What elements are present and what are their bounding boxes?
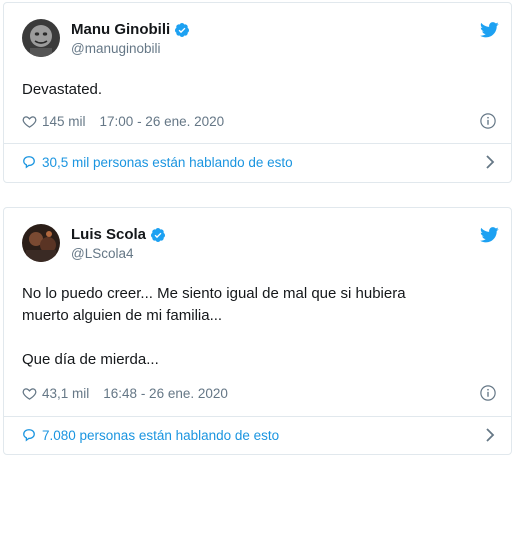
timestamp[interactable]: 17:00 - 26 ene. 2020	[100, 114, 225, 129]
heart-icon[interactable]	[22, 386, 37, 401]
display-name[interactable]: Luis Scola	[71, 225, 146, 244]
tweet-card-manu-ginobili[interactable]: Manu Ginobili @manuginobili Devastated. …	[3, 2, 512, 183]
divider	[4, 143, 511, 144]
avatar[interactable]	[22, 224, 60, 262]
speech-bubble-icon	[22, 428, 36, 442]
display-name[interactable]: Manu Ginobili	[71, 20, 170, 39]
divider	[4, 416, 511, 417]
verified-badge-icon	[150, 227, 166, 243]
tweet-header: Manu Ginobili @manuginobili	[22, 19, 499, 61]
handle[interactable]: @LScola4	[71, 245, 166, 263]
like-count[interactable]: 145 mil	[42, 114, 86, 129]
tweet-text: No lo puedo creer... Me siento igual de …	[22, 285, 406, 368]
handle[interactable]: @manuginobili	[71, 40, 190, 58]
timestamp[interactable]: 16:48 - 26 ene. 2020	[103, 386, 228, 401]
tweet-meta: 145 mil 17:00 - 26 ene. 2020	[22, 111, 497, 131]
display-name-row[interactable]: Luis Scola	[71, 225, 166, 244]
tweet-meta: 43,1 mil 16:48 - 26 ene. 2020	[22, 383, 497, 403]
verified-badge-icon	[174, 22, 190, 38]
heart-icon[interactable]	[22, 114, 37, 129]
tweet-text: Devastated.	[22, 81, 103, 98]
like-count[interactable]: 43,1 mil	[42, 386, 89, 401]
twitter-bird-icon[interactable]	[480, 227, 499, 243]
display-name-row[interactable]: Manu Ginobili	[71, 20, 190, 39]
twitter-bird-icon[interactable]	[480, 22, 499, 38]
author-names: Manu Ginobili @manuginobili	[71, 20, 190, 58]
info-icon[interactable]	[479, 112, 497, 130]
chevron-right-icon[interactable]	[483, 154, 497, 170]
speech-bubble-icon	[22, 155, 36, 169]
avatar[interactable]	[22, 19, 60, 57]
conversation-link[interactable]: 7.080 personas están hablando de esto	[22, 425, 497, 445]
tweet-header: Luis Scola @LScola4	[22, 224, 499, 266]
conversation-text[interactable]: 30,5 mil personas están hablando de esto	[42, 155, 293, 170]
conversation-text[interactable]: 7.080 personas están hablando de esto	[42, 428, 279, 443]
chevron-right-icon[interactable]	[483, 427, 497, 443]
tweet-card-luis-scola[interactable]: Luis Scola @LScola4 No lo puedo creer...…	[3, 207, 512, 455]
author-names: Luis Scola @LScola4	[71, 225, 166, 263]
conversation-link[interactable]: 30,5 mil personas están hablando de esto	[22, 152, 497, 172]
info-icon[interactable]	[479, 384, 497, 402]
